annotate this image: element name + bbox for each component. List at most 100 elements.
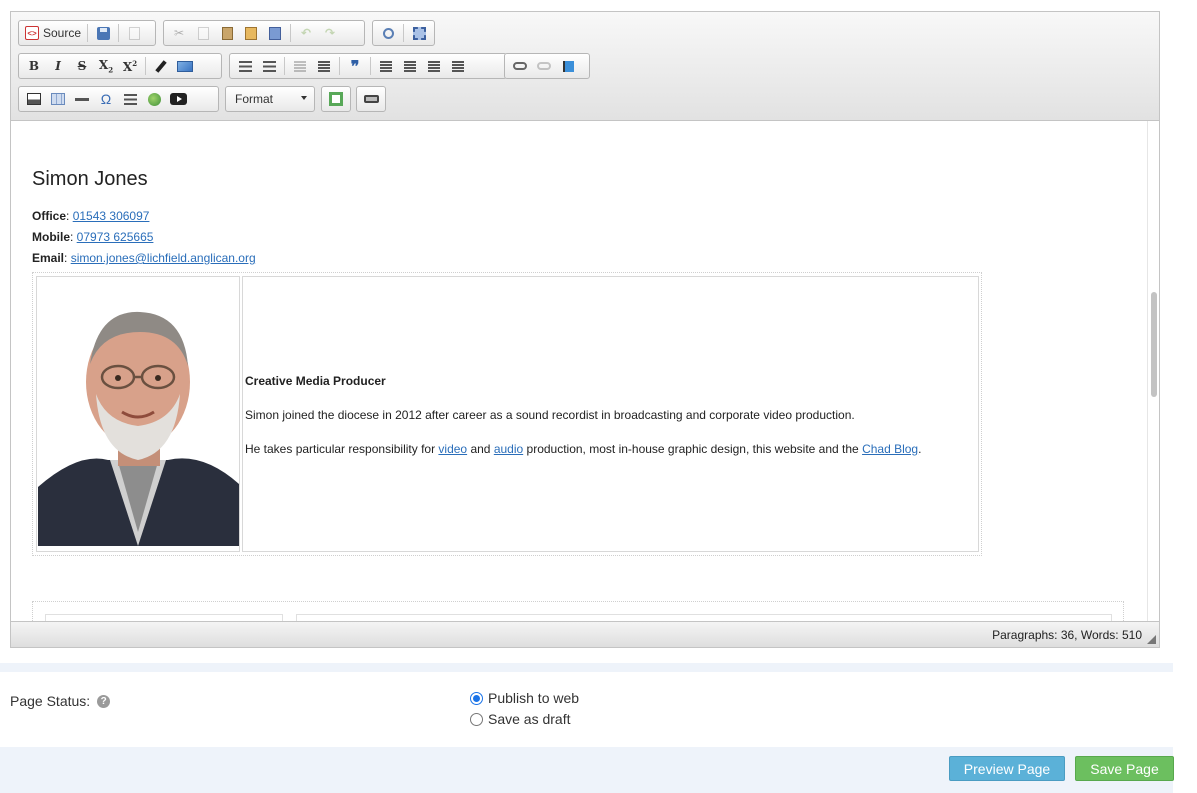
bold-icon: B [28, 59, 40, 73]
align-center-icon [404, 60, 416, 72]
remove-format-button[interactable] [174, 56, 196, 76]
paragraph-group: ❞ [229, 53, 507, 79]
office-phone-link[interactable]: 01543 306097 [73, 209, 150, 223]
subscript-button[interactable]: X2 [95, 56, 117, 76]
image-button[interactable] [23, 89, 45, 109]
select-all-button[interactable] [408, 23, 430, 43]
special-char-button[interactable]: Ω [95, 89, 117, 109]
blockquote-button[interactable]: ❞ [344, 56, 366, 76]
magnifier-icon [382, 27, 394, 39]
show-blocks-icon [363, 95, 379, 103]
undo-icon: ↶ [300, 26, 312, 40]
mobile-phone-link[interactable]: 07973 625665 [77, 230, 154, 244]
remove-format-icon [177, 60, 193, 72]
outdent-icon [294, 60, 306, 72]
table-button[interactable] [47, 89, 69, 109]
next-profile-table [32, 601, 1124, 621]
bio-text: He takes particular responsibility for [245, 442, 439, 456]
numbered-list-icon [238, 60, 252, 72]
next-bio-cell [296, 614, 1112, 621]
subscript-icon: X2 [98, 57, 114, 75]
clipboard-icon [221, 26, 233, 40]
resize-handle-icon[interactable] [1147, 635, 1156, 644]
align-right-icon [428, 60, 440, 72]
paste-word-icon [269, 26, 281, 40]
indent-button[interactable] [313, 56, 335, 76]
align-left-button[interactable] [375, 56, 397, 76]
paste-button[interactable] [216, 23, 238, 43]
unlink-button[interactable] [533, 56, 555, 76]
paste-word-button[interactable] [264, 23, 286, 43]
undo-button[interactable]: ↶ [295, 23, 317, 43]
mobile-line: Mobile: 07973 625665 [32, 230, 154, 244]
find-button[interactable] [377, 23, 399, 43]
blocks-group [356, 86, 386, 112]
bold-button[interactable]: B [23, 56, 45, 76]
paste-text-button[interactable] [240, 23, 262, 43]
email-link[interactable]: simon.jones@lichfield.anglican.org [71, 251, 256, 265]
redo-icon: ↷ [324, 26, 336, 40]
superscript-icon: X2 [122, 58, 138, 74]
draft-radio[interactable] [470, 712, 483, 726]
italic-button[interactable]: I [47, 56, 69, 76]
link-icon [513, 62, 527, 70]
chad-blog-link[interactable]: Chad Blog [862, 442, 918, 456]
horizontal-rule-button[interactable] [71, 89, 93, 109]
justify-button[interactable] [447, 56, 469, 76]
redo-button[interactable]: ↷ [319, 23, 341, 43]
audio-link[interactable]: audio [494, 442, 523, 456]
table-icon [51, 93, 65, 105]
help-icon[interactable]: ? [97, 694, 111, 708]
copy-icon [197, 26, 209, 40]
youtube-button[interactable] [167, 89, 189, 109]
numbered-list-button[interactable] [234, 56, 256, 76]
copy-button[interactable] [192, 23, 214, 43]
scrollbar-thumb[interactable] [1151, 292, 1157, 397]
source-icon: <> [25, 26, 39, 40]
editor-content[interactable]: Simon Jones Office: 01543 306097 Mobile:… [11, 121, 1147, 621]
preview-page-button[interactable]: Preview Page [949, 756, 1065, 781]
iframe-button[interactable] [143, 89, 165, 109]
select-all-icon [412, 26, 426, 40]
separator [370, 57, 371, 75]
justify-icon [452, 60, 464, 72]
cut-button[interactable]: ✂ [168, 23, 190, 43]
video-link[interactable]: video [438, 442, 467, 456]
maximize-button[interactable] [326, 89, 346, 109]
link-button[interactable] [509, 56, 531, 76]
bio-paragraph-1: Simon joined the diocese in 2012 after c… [245, 408, 855, 422]
photo-cell [36, 276, 240, 552]
bio-text: and [467, 442, 494, 456]
align-center-button[interactable] [399, 56, 421, 76]
page-icon [128, 26, 140, 40]
save-page-button[interactable]: Save Page [1075, 756, 1174, 781]
outdent-button[interactable] [289, 56, 311, 76]
publish-option[interactable]: Publish to web [470, 690, 579, 706]
source-label: Source [43, 26, 82, 40]
copy-format-button[interactable] [150, 56, 172, 76]
templates-button[interactable] [123, 23, 145, 43]
unlink-icon [537, 62, 551, 70]
right-margin [1173, 0, 1197, 793]
anchor-button[interactable] [557, 56, 579, 76]
source-button[interactable]: <> Source [22, 23, 84, 43]
youtube-icon [169, 93, 187, 105]
page-break-button[interactable] [119, 89, 141, 109]
page-status-panel: Page Status: ? Publish to web Save as dr… [0, 672, 1173, 747]
superscript-button[interactable]: X2 [119, 56, 141, 76]
paste-text-icon [245, 26, 257, 40]
clipboard-group: ✂ ↶ ↷ [163, 20, 365, 46]
strike-button[interactable]: S [71, 56, 93, 76]
content-scrollbar[interactable] [1147, 121, 1159, 621]
page-break-icon [123, 93, 137, 105]
bio-text: . [918, 442, 922, 456]
bulleted-list-button[interactable] [258, 56, 280, 76]
format-dropdown[interactable]: Format [225, 86, 315, 112]
draft-option[interactable]: Save as draft [470, 711, 571, 727]
align-right-button[interactable] [423, 56, 445, 76]
save-button[interactable] [92, 23, 114, 43]
publish-radio[interactable] [470, 691, 483, 705]
page-status-label: Page Status: ? [10, 693, 111, 709]
show-blocks-button[interactable] [361, 89, 381, 109]
omega-icon: Ω [100, 91, 112, 107]
